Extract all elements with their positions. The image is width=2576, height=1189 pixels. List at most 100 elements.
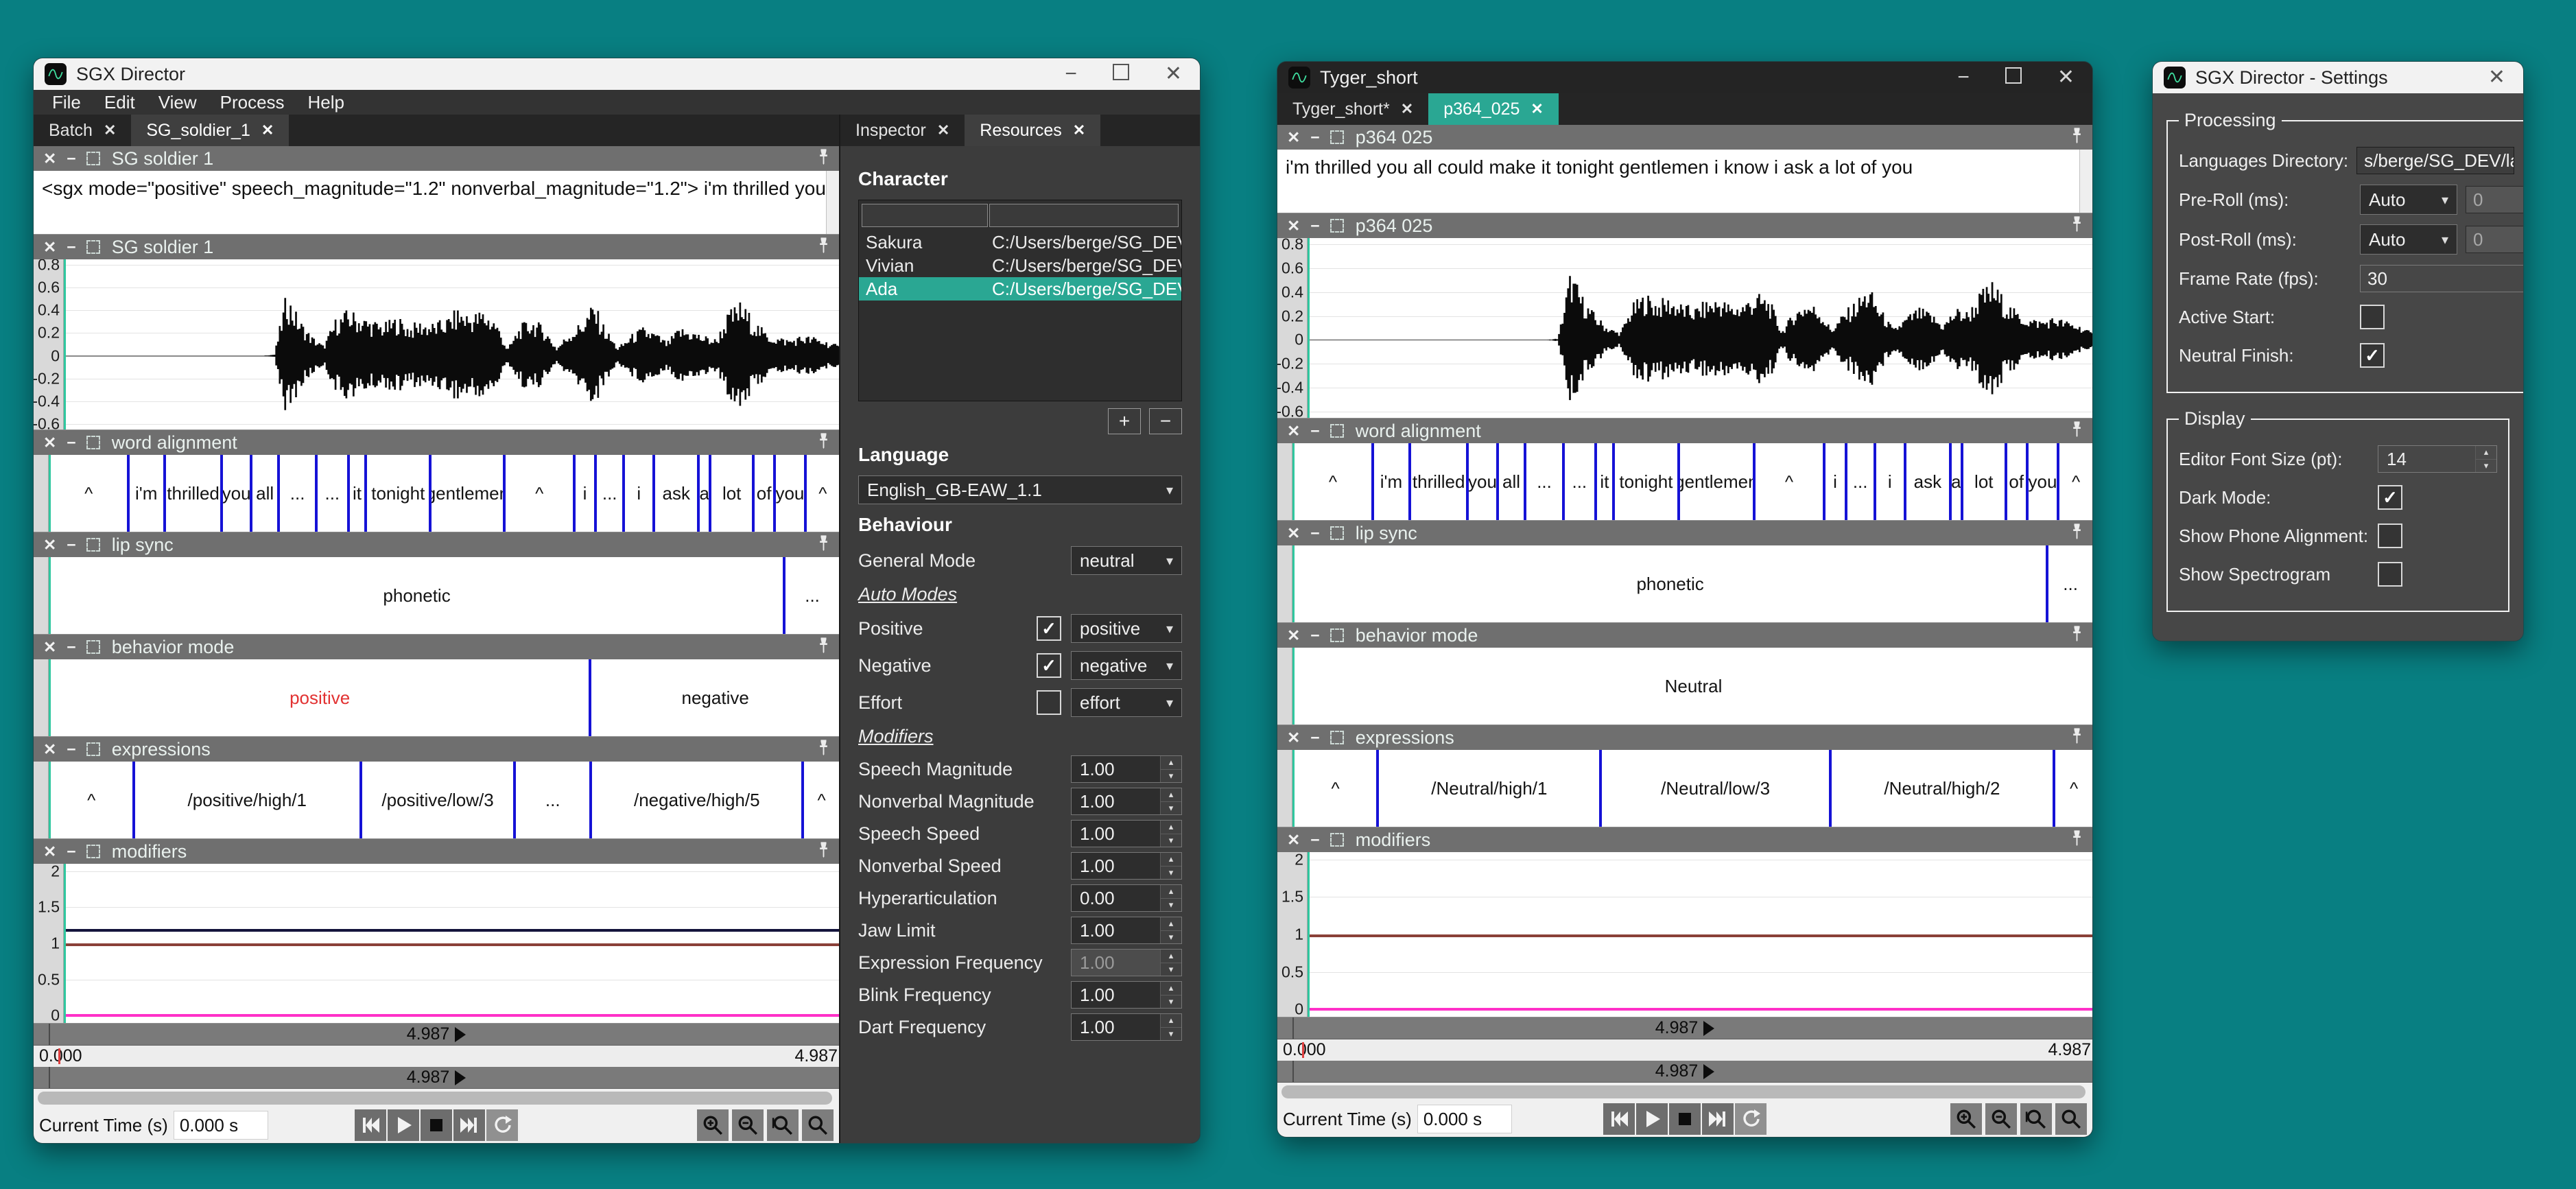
auto-mode-select[interactable]: negative▾ bbox=[1071, 651, 1182, 680]
horizontal-scrollbar[interactable] bbox=[1277, 1083, 2092, 1101]
panel-minimize-icon[interactable]: − bbox=[67, 537, 75, 553]
panel-minimize-icon[interactable]: − bbox=[67, 639, 75, 655]
play-button[interactable] bbox=[388, 1109, 419, 1141]
panel-close-icon[interactable]: ✕ bbox=[1287, 730, 1300, 746]
panel-minimize-icon[interactable]: − bbox=[1310, 130, 1319, 145]
pin-icon[interactable] bbox=[818, 534, 829, 556]
track-segment[interactable]: i'm bbox=[130, 455, 166, 532]
panel-expand-icon[interactable] bbox=[86, 640, 100, 654]
panel-minimize-icon[interactable]: − bbox=[1310, 526, 1319, 541]
track-segment[interactable]: /negative/high/5 bbox=[592, 762, 804, 838]
zoom-fit-button[interactable] bbox=[2020, 1103, 2052, 1135]
panel-expand-icon[interactable] bbox=[1330, 424, 1344, 438]
track-segment[interactable]: tonight bbox=[367, 455, 432, 532]
zoom-fit-button[interactable] bbox=[767, 1109, 799, 1141]
pin-icon[interactable] bbox=[2071, 829, 2083, 851]
editor-font-size-spinbox[interactable]: 14 ▴▾ bbox=[2378, 445, 2497, 473]
track-segment[interactable]: negative bbox=[591, 659, 839, 736]
panel-expand-icon[interactable] bbox=[1330, 731, 1344, 744]
track-segment[interactable]: you bbox=[1469, 443, 1498, 520]
pin-icon[interactable] bbox=[2071, 421, 2083, 442]
document-tab-p364-025[interactable]: p364_025✕ bbox=[1428, 93, 1559, 125]
text-editor-sg-soldier-1[interactable]: <sgx mode="positive" speech_magnitude="1… bbox=[34, 171, 839, 235]
loop-row-top[interactable]: 4.987 bbox=[34, 1024, 839, 1046]
track-segment[interactable]: you bbox=[223, 455, 252, 532]
track-segment[interactable]: gentlemen bbox=[1680, 443, 1755, 520]
panel-close-icon[interactable]: ✕ bbox=[1287, 628, 1300, 644]
modifiers-plot[interactable] bbox=[66, 864, 839, 1023]
menu-item-help[interactable]: Help bbox=[296, 92, 356, 113]
track-segment[interactable]: i bbox=[625, 455, 655, 532]
pin-icon[interactable] bbox=[2071, 625, 2083, 646]
dock-tab-inspector[interactable]: Inspector✕ bbox=[840, 115, 965, 146]
languages-directory-input[interactable]: s/berge/SG_DEV/languages bbox=[2356, 147, 2514, 174]
modifiers-track[interactable]: 21.510.50 bbox=[34, 864, 839, 1024]
track-segment[interactable]: a bbox=[1952, 443, 1963, 520]
time-ruler[interactable]: 0.0004.987 bbox=[34, 1046, 839, 1067]
panel-close-icon[interactable]: ✕ bbox=[1287, 832, 1300, 848]
panel-expand-icon[interactable] bbox=[1330, 130, 1344, 144]
language-select[interactable]: English_GB-EAW_1.1 ▾ bbox=[858, 475, 1182, 504]
tab-close-icon[interactable]: ✕ bbox=[1073, 121, 1085, 139]
play-button[interactable] bbox=[1636, 1103, 1668, 1135]
loop-button[interactable] bbox=[486, 1109, 518, 1141]
track-segment[interactable]: i bbox=[1825, 443, 1847, 520]
spinner-arrows[interactable]: ▴▾ bbox=[1160, 756, 1181, 782]
track-segment[interactable]: of bbox=[2007, 443, 2029, 520]
text-editor-p364-025[interactable]: i'm thrilled you all could make it tonig… bbox=[1277, 150, 2092, 213]
zoom-in-button[interactable] bbox=[1950, 1103, 1982, 1135]
spinner-arrows[interactable]: ▴▾ bbox=[1160, 982, 1181, 1008]
spin-down-icon[interactable]: ▾ bbox=[1161, 802, 1181, 815]
track-segment[interactable]: ^ bbox=[2055, 750, 2092, 827]
pin-icon[interactable] bbox=[818, 841, 829, 862]
close-button[interactable]: ✕ bbox=[2488, 67, 2505, 88]
zoom-selection-button[interactable] bbox=[802, 1109, 834, 1141]
current-time-input[interactable]: 0.000 s bbox=[1417, 1105, 1512, 1133]
remove-character-button[interactable]: − bbox=[1149, 408, 1182, 434]
minimize-button[interactable]: − bbox=[1957, 67, 1970, 88]
track-segment[interactable]: ^ bbox=[506, 455, 576, 532]
dock-tab-resources[interactable]: Resources✕ bbox=[965, 115, 1100, 146]
panel-close-icon[interactable]: ✕ bbox=[43, 537, 56, 553]
tab-close-icon[interactable]: ✕ bbox=[261, 121, 274, 139]
spin-down-icon[interactable]: ▾ bbox=[1161, 1028, 1181, 1041]
spin-down-icon[interactable]: ▾ bbox=[1161, 867, 1181, 880]
general-mode-select[interactable]: neutral ▾ bbox=[1071, 546, 1182, 575]
track-segment[interactable]: ^ bbox=[51, 455, 130, 532]
character-row[interactable]: SakuraC:/Users/berge/SG_DEV/SG_Characte.… bbox=[859, 231, 1181, 254]
track-segment[interactable]: ^ bbox=[2059, 443, 2092, 520]
track-segment[interactable]: ask bbox=[1906, 443, 1952, 520]
track-segment[interactable]: positive bbox=[51, 659, 591, 736]
active-start-checkbox[interactable]: ✓ bbox=[2360, 305, 2385, 329]
auto-mode-select[interactable]: effort▾ bbox=[1071, 688, 1182, 717]
modifier-spinbox[interactable]: 1.00▴▾ bbox=[1071, 788, 1182, 815]
browse-folder-button[interactable] bbox=[2522, 146, 2524, 175]
playhead[interactable] bbox=[1308, 238, 1310, 418]
panel-expand-icon[interactable] bbox=[1330, 628, 1344, 642]
panel-expand-icon[interactable] bbox=[86, 538, 100, 552]
panel-minimize-icon[interactable]: − bbox=[1310, 730, 1319, 746]
pin-icon[interactable] bbox=[2071, 127, 2083, 148]
track-expressions[interactable]: ^/Neutral/high/1/Neutral/low/3/Neutral/h… bbox=[1277, 750, 2092, 827]
track-segment[interactable]: all bbox=[1499, 443, 1527, 520]
panel-expand-icon[interactable] bbox=[1330, 833, 1344, 847]
panel-expand-icon[interactable] bbox=[1330, 526, 1344, 540]
track-segment[interactable]: it bbox=[1597, 443, 1615, 520]
playhead[interactable] bbox=[49, 557, 51, 634]
dark-mode-checkbox[interactable]: ✓ bbox=[2378, 485, 2402, 510]
panel-expand-icon[interactable] bbox=[86, 845, 100, 858]
track-segment[interactable]: /Neutral/high/1 bbox=[1379, 750, 1602, 827]
character-row[interactable]: VivianC:/Users/berge/SG_DEV/SG_Characte.… bbox=[859, 254, 1181, 277]
track-segment[interactable]: it bbox=[350, 455, 367, 532]
track-segment[interactable]: ^ bbox=[1295, 750, 1379, 827]
close-button[interactable]: ✕ bbox=[1165, 64, 1182, 84]
pin-icon[interactable] bbox=[818, 637, 829, 658]
modifier-spinbox[interactable]: 1.00▴▾ bbox=[1071, 981, 1182, 1009]
waveform-panel-p364-025[interactable]: 0.80.60.40.20-0.2-0.4-0.6 bbox=[1277, 238, 2092, 419]
auto-mode-checkbox[interactable]: ✓ bbox=[1037, 690, 1061, 715]
post-roll-mode-select[interactable]: Auto ▾ bbox=[2360, 224, 2457, 255]
track-segment[interactable]: /Neutral/high/2 bbox=[1832, 750, 2055, 827]
panel-close-icon[interactable]: ✕ bbox=[43, 435, 56, 451]
pre-roll-mode-select[interactable]: Auto ▾ bbox=[2360, 185, 2457, 215]
panel-minimize-icon[interactable]: − bbox=[67, 151, 75, 167]
